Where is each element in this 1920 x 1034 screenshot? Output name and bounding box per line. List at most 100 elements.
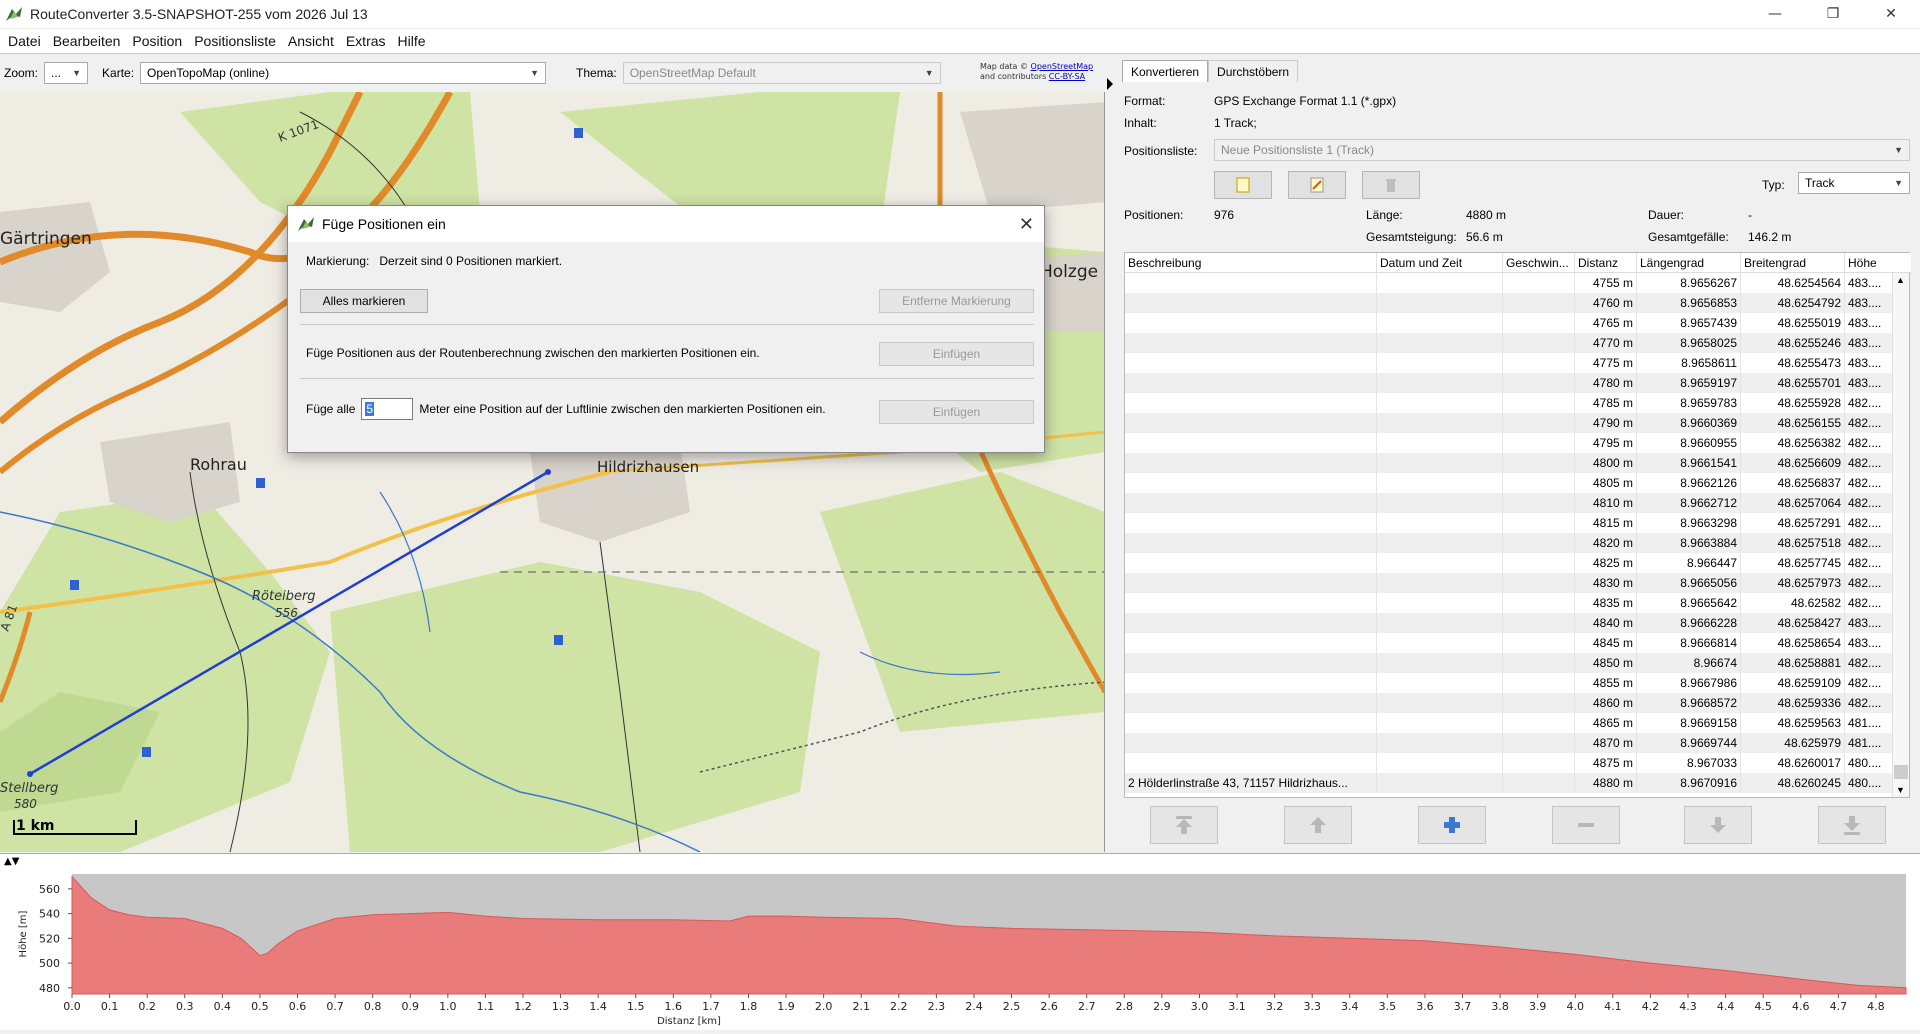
move-down-button[interactable] [1684,806,1752,844]
menu-bearbeiten[interactable]: Bearbeiten [49,33,129,49]
table-row[interactable]: 4795 m 8.9660955 48.6256382 482.... [1125,433,1893,453]
thema-select[interactable]: OpenStreetMap Default ▼ [622,62,941,84]
tab-durchstoebern[interactable]: Durchstöbern [1208,60,1299,82]
remove-position-button[interactable] [1552,806,1620,844]
entferne-markierung-button[interactable]: Entferne Markierung [879,289,1034,313]
table-row[interactable]: 4810 m 8.9662712 48.6257064 482.... [1125,493,1893,513]
table-row[interactable]: 4815 m 8.9663298 48.6257291 482.... [1125,513,1893,533]
table-row[interactable]: 2 Hölderlinstraße 43, 71157 Hildrizhaus.… [1125,773,1893,793]
table-row[interactable]: 4855 m 8.9667986 48.6259109 482.... [1125,673,1893,693]
openstreetmap-link[interactable]: OpenStreetMap [1031,62,1094,71]
meter-input[interactable]: 5 [361,398,414,420]
x-tick-label: 1.0 [439,1000,457,1013]
dialog-close-icon[interactable]: ✕ [1019,214,1034,235]
table-row[interactable]: 4820 m 8.9663884 48.6257518 482.... [1125,533,1893,553]
table-row[interactable]: 4870 m 8.9669744 48.625979 481.... [1125,733,1893,753]
cc-by-sa-link[interactable]: CC-BY-SA [1049,72,1085,81]
elevation-profile[interactable]: 480 500 520 540 560 0.0 0.1 0.2 0.3 0.4 0.5 0.6 0.7 0… [0,853,1920,1030]
table-row[interactable]: 4780 m 8.9659197 48.6255701 483.... [1125,373,1893,393]
map-toolbar: Zoom: ... ▼ Karte: OpenTopoMap (online) ▼ … [0,56,1105,90]
col-breitengrad[interactable]: Breitengrad [1741,253,1845,272]
scroll-up-icon[interactable]: ▲ [1896,275,1905,285]
add-position-button[interactable] [1418,806,1486,844]
table-row[interactable]: 4865 m 8.9669158 48.6259563 481.... [1125,713,1893,733]
table-cell: 482.... [1845,653,1893,673]
table-row[interactable]: 4770 m 8.9658025 48.6255246 483.... [1125,333,1893,353]
delete-list-button[interactable] [1362,171,1420,199]
table-cell [1377,373,1503,393]
col-geschwindigkeit[interactable]: Geschwin... [1503,253,1575,272]
table-cell [1503,693,1575,713]
table-cell: 48.6257064 [1741,493,1845,513]
einfuegen-route-button[interactable]: Einfügen [879,342,1034,366]
table-cell [1125,673,1377,693]
menu-position[interactable]: Position [128,33,190,49]
tab-konvertieren[interactable]: Konvertieren [1122,60,1209,82]
menu-datei[interactable]: Datei [4,33,49,49]
table-row[interactable]: 4765 m 8.9657439 48.6255019 483.... [1125,313,1893,333]
rename-list-button[interactable] [1288,171,1346,199]
menu-ansicht[interactable]: Ansicht [284,33,342,49]
x-tick-label: 0.1 [101,1000,119,1013]
col-beschreibung[interactable]: Beschreibung [1125,253,1377,272]
table-row[interactable]: 4775 m 8.9658611 48.6255473 483.... [1125,353,1893,373]
col-datum[interactable]: Datum und Zeit [1377,253,1503,272]
minimize-button[interactable]: — [1746,0,1804,28]
table-row[interactable]: 4785 m 8.9659783 48.6255928 482.... [1125,393,1893,413]
table-cell: 4840 m [1575,613,1637,633]
zoom-select[interactable]: ... ▼ [44,62,89,84]
karte-value: OpenTopoMap (online) [147,66,270,80]
table-cell [1125,273,1377,293]
table-header: Beschreibung Datum und Zeit Geschwin... … [1125,253,1911,273]
table-cell: 4860 m [1575,693,1637,713]
menu-hilfe[interactable]: Hilfe [394,33,434,49]
table-row[interactable]: 4825 m 8.966447 48.6257745 482.... [1125,553,1893,573]
karte-select[interactable]: OpenTopoMap (online) ▼ [140,62,547,84]
table-cell [1377,533,1503,553]
einfuegen-luftlinie-button[interactable]: Einfügen [879,400,1034,424]
x-tick-label: 1.2 [514,1000,532,1013]
table-row[interactable]: 4805 m 8.9662126 48.6256837 482.... [1125,473,1893,493]
table-row[interactable]: 4790 m 8.9660369 48.6256155 482.... [1125,413,1893,433]
menu-positionsliste[interactable]: Positionsliste [190,33,284,49]
zoom-label: Zoom: [4,66,39,80]
splitter-right-arrow-icon[interactable] [1107,78,1113,90]
table-cell: 4825 m [1575,553,1637,573]
profile-toggle-icon[interactable]: ▲▼ [4,856,19,867]
scroll-thumb[interactable] [1894,765,1908,779]
table-row[interactable]: 4755 m 8.9656267 48.6254564 483.... [1125,273,1893,293]
table-cell [1377,573,1503,593]
close-window-button[interactable]: ✕ [1862,0,1920,28]
typ-select[interactable]: Track ▼ [1798,172,1910,194]
vertical-splitter[interactable] [1105,56,1115,852]
table-row[interactable]: 4830 m 8.9665056 48.6257973 482.... [1125,573,1893,593]
alles-markieren-button[interactable]: Alles markieren [300,289,428,313]
col-distanz[interactable]: Distanz [1575,253,1637,272]
table-cell: 482.... [1845,573,1893,593]
table-row[interactable]: 4760 m 8.9656853 48.6254792 483.... [1125,293,1893,313]
table-row[interactable]: 4840 m 8.9666228 48.6258427 483.... [1125,613,1893,633]
table-scrollbar[interactable]: ▲ ▼ [1892,273,1909,797]
col-hoehe[interactable]: Höhe [1845,253,1893,272]
table-row[interactable]: 4845 m 8.9666814 48.6258654 483.... [1125,633,1893,653]
restore-button[interactable]: ❐ [1804,0,1862,28]
table-cell: 483.... [1845,313,1893,333]
menu-extras[interactable]: Extras [342,33,394,49]
table-cell: 48.6257518 [1741,533,1845,553]
x-tick-label: 0.9 [401,1000,419,1013]
positionsliste-select[interactable]: Neue Positionsliste 1 (Track) ▼ [1214,139,1910,161]
table-row[interactable]: 4850 m 8.96674 48.6258881 482.... [1125,653,1893,673]
move-to-top-button[interactable] [1150,806,1218,844]
move-up-button[interactable] [1284,806,1352,844]
table-row[interactable]: 4875 m 8.967033 48.6260017 480.... [1125,753,1893,773]
table-row[interactable]: 4860 m 8.9668572 48.6259336 482.... [1125,693,1893,713]
y-tick-label: 540 [39,908,60,921]
col-laengengrad[interactable]: Längengrad [1637,253,1741,272]
table-row[interactable]: 4800 m 8.9661541 48.6256609 482.... [1125,453,1893,473]
table-cell [1377,393,1503,413]
table-row[interactable]: 4835 m 8.9665642 48.62582 482.... [1125,593,1893,613]
move-to-bottom-button[interactable] [1818,806,1886,844]
scroll-down-icon[interactable]: ▼ [1896,785,1905,795]
x-tick-label: 2.7 [1078,1000,1096,1013]
new-list-button[interactable] [1214,171,1272,199]
